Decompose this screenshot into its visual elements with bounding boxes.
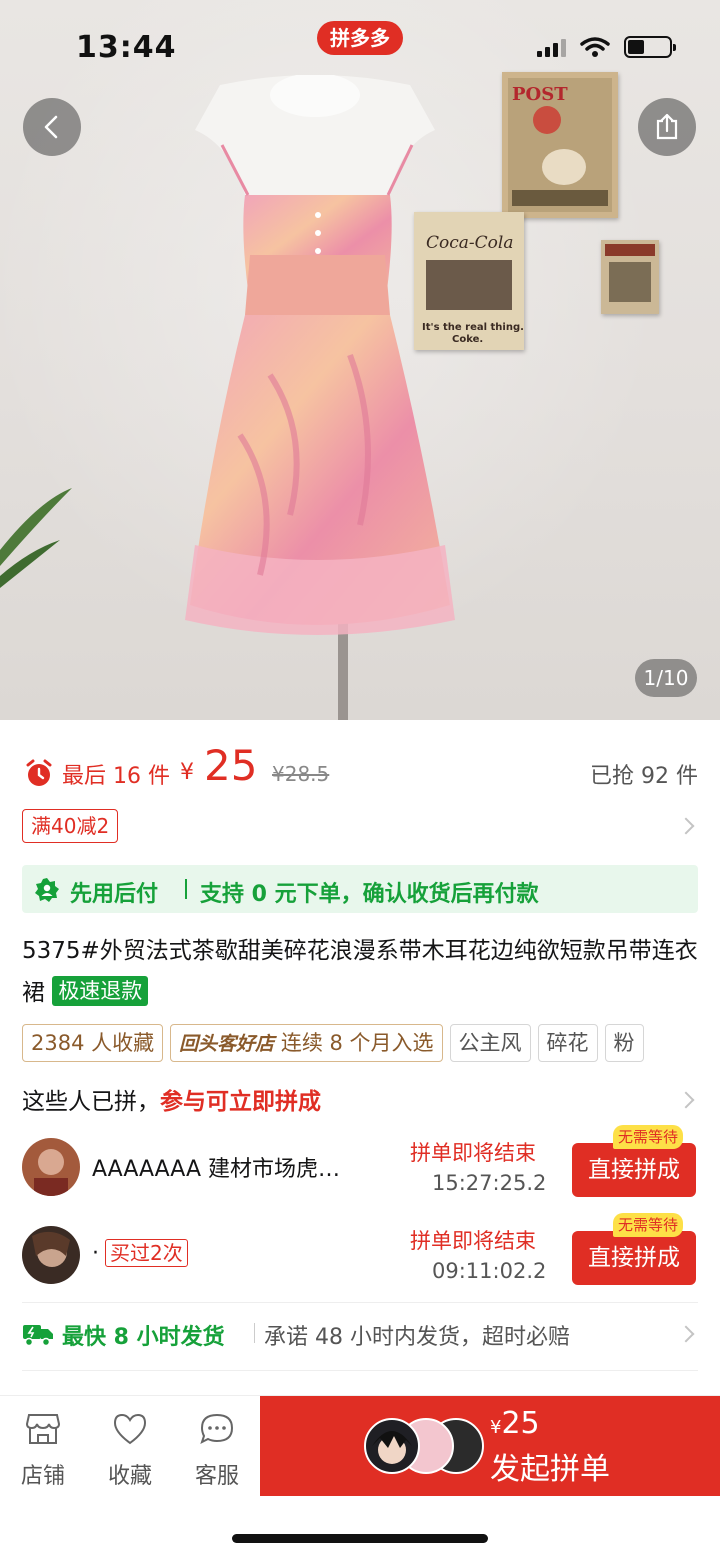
- current-price: 25: [204, 741, 258, 790]
- group-countdown: 09:11:02.2: [432, 1259, 547, 1283]
- pay-later-desc: 支持 0 元下单，确认收货后再付款: [200, 882, 539, 907]
- cta-label: 发起拼单: [490, 1452, 610, 1487]
- group-ending-label: 拼单即将结束: [410, 1229, 536, 1253]
- share-button[interactable]: [638, 98, 696, 156]
- store-nav-label: 店铺: [20, 1464, 65, 1489]
- app-badge: 拼多多: [317, 21, 403, 55]
- dress-on-mannequin: [185, 75, 455, 720]
- tag-row: 2384 人收藏 回头客好店 连续 8 个月入选 公主风 碎花粉: [22, 1024, 720, 1064]
- heart-icon: [113, 1413, 147, 1445]
- store-badge-text: 连续 8 个月入选: [280, 1031, 434, 1055]
- tag-chip-1[interactable]: 公主风: [449, 1024, 531, 1062]
- image-counter: 1/10: [635, 659, 697, 697]
- pay-later-icon: [35, 878, 59, 902]
- favorites-count-chip[interactable]: 2384 人收藏: [22, 1024, 164, 1062]
- plant-leaves: [0, 488, 72, 588]
- divider: [22, 1302, 698, 1303]
- home-indicator: [232, 1534, 488, 1543]
- store-badge-label: 回头客好店: [179, 1033, 275, 1055]
- back-icon: [44, 115, 58, 139]
- store-badge-chip[interactable]: 回头客好店 连续 8 个月入选: [170, 1024, 443, 1062]
- shipping-title: 最快 8 小时发货: [62, 1325, 225, 1350]
- clock-icon: [26, 759, 52, 786]
- group-countdown: 15:27:25.2: [432, 1171, 547, 1195]
- status-time: 13:44: [76, 30, 177, 65]
- bottom-action-bar: 店铺 收藏 客服 ¥25 发起拼单: [0, 1395, 720, 1505]
- cta-price-value: 25: [501, 1406, 540, 1441]
- group-buy-heading: 这些人已拼，参与可立即拼成: [22, 1082, 321, 1116]
- wall-poster-post: POST: [502, 72, 618, 218]
- group-member-name: · 买过2次: [92, 1239, 392, 1267]
- join-group-button[interactable]: 直接拼成: [572, 1143, 696, 1197]
- chat-icon: [200, 1413, 234, 1444]
- group-ending-label: 拼单即将结束: [410, 1141, 536, 1165]
- no-wait-badge: 无需等待: [613, 1213, 684, 1237]
- signal-icon: [537, 37, 566, 57]
- join-group-button[interactable]: 直接拼成: [572, 1231, 696, 1285]
- tag-chip-3[interactable]: 粉: [604, 1024, 644, 1062]
- start-group-buy-button[interactable]: ¥25 发起拼单: [260, 1396, 720, 1496]
- avatar: [364, 1418, 420, 1474]
- divider: [22, 1370, 698, 1371]
- sold-count: 已抢 92 件: [590, 764, 698, 789]
- group-heading-highlight: 参与可立即拼成: [160, 1089, 321, 1115]
- product-image-gallery[interactable]: POST Coca-Cola It's the real thing. Coke…: [0, 0, 720, 720]
- pay-later-banner[interactable]: 先用后付 支持 0 元下单，确认收货后再付款: [22, 865, 698, 913]
- service-nav-button[interactable]: 客服: [182, 1412, 252, 1490]
- wall-poster-small: [601, 240, 659, 314]
- chevron-right-icon[interactable]: [677, 817, 695, 835]
- bought-times-badge: 买过2次: [105, 1239, 188, 1267]
- favorite-nav-label: 收藏: [107, 1464, 152, 1489]
- pay-later-divider: [185, 879, 187, 899]
- group-heading-text: 这些人已拼，: [22, 1089, 160, 1115]
- store-icon: [25, 1414, 61, 1444]
- service-nav-label: 客服: [194, 1464, 239, 1489]
- truck-icon: [23, 1325, 53, 1347]
- store-nav-button[interactable]: 店铺: [8, 1412, 78, 1490]
- stock-limit-text: 最后 16 件: [62, 764, 170, 789]
- coupon-tag[interactable]: 满40减2: [22, 809, 119, 843]
- cta-price: ¥25: [490, 1406, 540, 1441]
- cta-currency: ¥: [490, 1417, 502, 1438]
- pay-later-title: 先用后付: [70, 882, 159, 907]
- group-member-name: AAAAAAA 建材市场虎…: [92, 1157, 341, 1182]
- group-row: · 买过2次 拼单即将结束 09:11:02.2 直接拼成 无需等待: [22, 1213, 698, 1291]
- shipping-desc: 承诺 48 小时内发货，超时必赔: [264, 1325, 570, 1350]
- avatar: [22, 1226, 80, 1284]
- favorite-nav-button[interactable]: 收藏: [95, 1412, 165, 1490]
- group-row: AAAAAAA 建材市场虎… 拼单即将结束 15:27:25.2 直接拼成 无需…: [22, 1125, 698, 1203]
- no-wait-badge: 无需等待: [613, 1125, 684, 1149]
- status-bar: 13:44 拼多多: [0, 0, 720, 90]
- product-title: 5375#外贸法式茶歇甜美碎花浪漫系带木耳花边纯欲短款吊带连衣裙 极速退款: [22, 930, 702, 1014]
- avatar: [22, 1138, 80, 1196]
- group-member-name-text: ·: [92, 1241, 99, 1266]
- cta-avatars: [364, 1418, 484, 1474]
- original-price: ¥28.5: [272, 762, 330, 786]
- back-button[interactable]: [23, 98, 81, 156]
- chevron-right-icon[interactable]: [677, 1091, 695, 1109]
- shipping-divider: [254, 1323, 255, 1343]
- tag-chip-2[interactable]: 碎花: [537, 1024, 598, 1062]
- battery-icon: [624, 36, 676, 58]
- shipping-row[interactable]: 最快 8 小时发货 承诺 48 小时内发货，超时必赔: [22, 1315, 698, 1355]
- wifi-icon: [580, 37, 610, 57]
- status-icons: [537, 36, 676, 58]
- share-icon: [656, 113, 678, 140]
- currency-symbol: ¥: [180, 760, 194, 785]
- price-row: 最后 16 件 ¥ 25 ¥28.5 已抢 92 件: [22, 740, 702, 800]
- fast-refund-badge: 极速退款: [52, 976, 149, 1006]
